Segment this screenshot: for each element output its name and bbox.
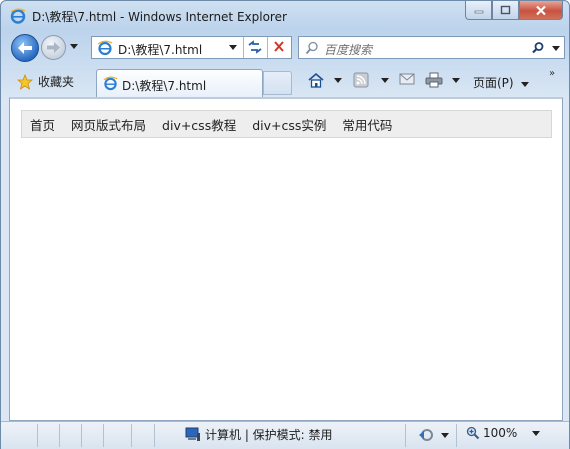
- internet-explorer-icon: [10, 8, 26, 24]
- page-viewport[interactable]: 首页 网页版式布局 div+css教程 div+css实例 常用代码: [9, 97, 563, 421]
- favorites-button[interactable]: 收藏夹: [17, 73, 74, 90]
- page-icon: [97, 40, 113, 56]
- compatibility-button[interactable]: [417, 427, 449, 443]
- nav-link-common-code[interactable]: 常用代码: [342, 115, 392, 134]
- status-divider: [456, 424, 457, 447]
- home-button[interactable]: [307, 72, 342, 89]
- navigation-bar: D:\教程\7.html 百度搜索: [1, 29, 569, 65]
- stop-button[interactable]: [267, 37, 291, 58]
- zoom-level: 100%: [483, 426, 518, 440]
- printer-icon: [425, 72, 443, 88]
- nav-link-div-css-examples[interactable]: div+css实例: [252, 115, 326, 134]
- caption-buttons: [465, 1, 563, 21]
- status-divider: [131, 424, 132, 447]
- title-bar[interactable]: D:\教程\7.html - Windows Internet Explorer: [1, 1, 569, 29]
- status-divider: [103, 424, 104, 447]
- nav-link-layout[interactable]: 网页版式布局: [71, 115, 146, 134]
- status-divider: [81, 424, 82, 447]
- mail-icon: [399, 73, 415, 85]
- address-dropdown[interactable]: [229, 45, 237, 50]
- favorites-label: 收藏夹: [38, 75, 75, 89]
- refresh-button[interactable]: [243, 37, 267, 58]
- feeds-button[interactable]: [353, 72, 389, 88]
- forward-button[interactable]: [41, 35, 66, 60]
- address-url: D:\教程\7.html: [118, 43, 203, 57]
- search-box[interactable]: 百度搜索: [298, 36, 565, 59]
- forward-arrow-icon: [47, 42, 60, 53]
- new-tab-button[interactable]: [263, 71, 292, 95]
- close-window-button[interactable]: [519, 1, 563, 20]
- close-icon: [536, 5, 546, 15]
- zoom-magnifier-icon: [466, 426, 480, 440]
- zoom-dropdown[interactable]: [532, 430, 541, 436]
- page-menu-dropdown: [521, 82, 530, 87]
- rss-feed-icon: [353, 72, 369, 88]
- security-zone-text: 计算机 | 保护模式: 禁用: [205, 428, 333, 442]
- nav-link-home[interactable]: 首页: [30, 115, 55, 134]
- tab-title: D:\教程\7.html: [122, 79, 207, 93]
- minimize-icon: [474, 10, 483, 14]
- tab-page-icon: [103, 76, 118, 91]
- back-arrow-icon: [18, 42, 32, 54]
- print-button[interactable]: [425, 72, 460, 88]
- more-commands-chevron-icon[interactable]: »: [549, 68, 555, 79]
- status-divider: [37, 424, 38, 447]
- browser-window: D:\教程\7.html - Windows Internet Explorer: [0, 0, 570, 449]
- page-menu-button[interactable]: 页面(P): [473, 74, 530, 91]
- feeds-dropdown[interactable]: [381, 77, 389, 83]
- back-button[interactable]: [11, 34, 39, 62]
- search-options-dropdown[interactable]: [552, 46, 560, 51]
- nav-link-div-css-tutorial[interactable]: div+css教程: [162, 115, 236, 134]
- status-divider: [59, 424, 60, 447]
- print-dropdown[interactable]: [452, 77, 460, 83]
- security-zone[interactable]: 计算机 | 保护模式: 禁用: [185, 426, 333, 443]
- stop-icon: [274, 41, 284, 52]
- search-placeholder: 百度搜索: [324, 43, 373, 57]
- status-divider: [405, 424, 406, 447]
- computer-icon: [185, 427, 200, 441]
- search-icon[interactable]: [531, 41, 545, 55]
- maximize-button[interactable]: [492, 1, 519, 20]
- search-provider-icon: [305, 41, 318, 55]
- maximize-icon: [500, 5, 511, 15]
- site-nav-menu: 首页 网页版式布局 div+css教程 div+css实例 常用代码: [21, 110, 552, 138]
- status-bar: 计算机 | 保护模式: 禁用 100%: [1, 421, 569, 449]
- status-divider: [154, 424, 155, 447]
- compatibility-dropdown[interactable]: [441, 432, 449, 438]
- gear-arrow-icon: [419, 429, 433, 441]
- home-icon: [308, 72, 324, 88]
- read-mail-button[interactable]: [399, 72, 415, 86]
- tab-current-page[interactable]: D:\教程\7.html: [96, 69, 263, 97]
- recent-pages-dropdown[interactable]: [70, 44, 78, 49]
- address-bar[interactable]: D:\教程\7.html: [91, 36, 292, 59]
- star-icon: [17, 73, 33, 90]
- command-bar: 收藏夹 D:\教程\7.html 页面(P) »: [1, 65, 569, 97]
- zoom-control[interactable]: 100%: [466, 426, 541, 440]
- window-title: D:\教程\7.html - Windows Internet Explorer: [32, 10, 287, 24]
- home-dropdown[interactable]: [334, 78, 342, 83]
- page-menu-label: 页面(P): [473, 76, 514, 90]
- minimize-button[interactable]: [465, 1, 492, 20]
- refresh-icon: [248, 40, 262, 54]
